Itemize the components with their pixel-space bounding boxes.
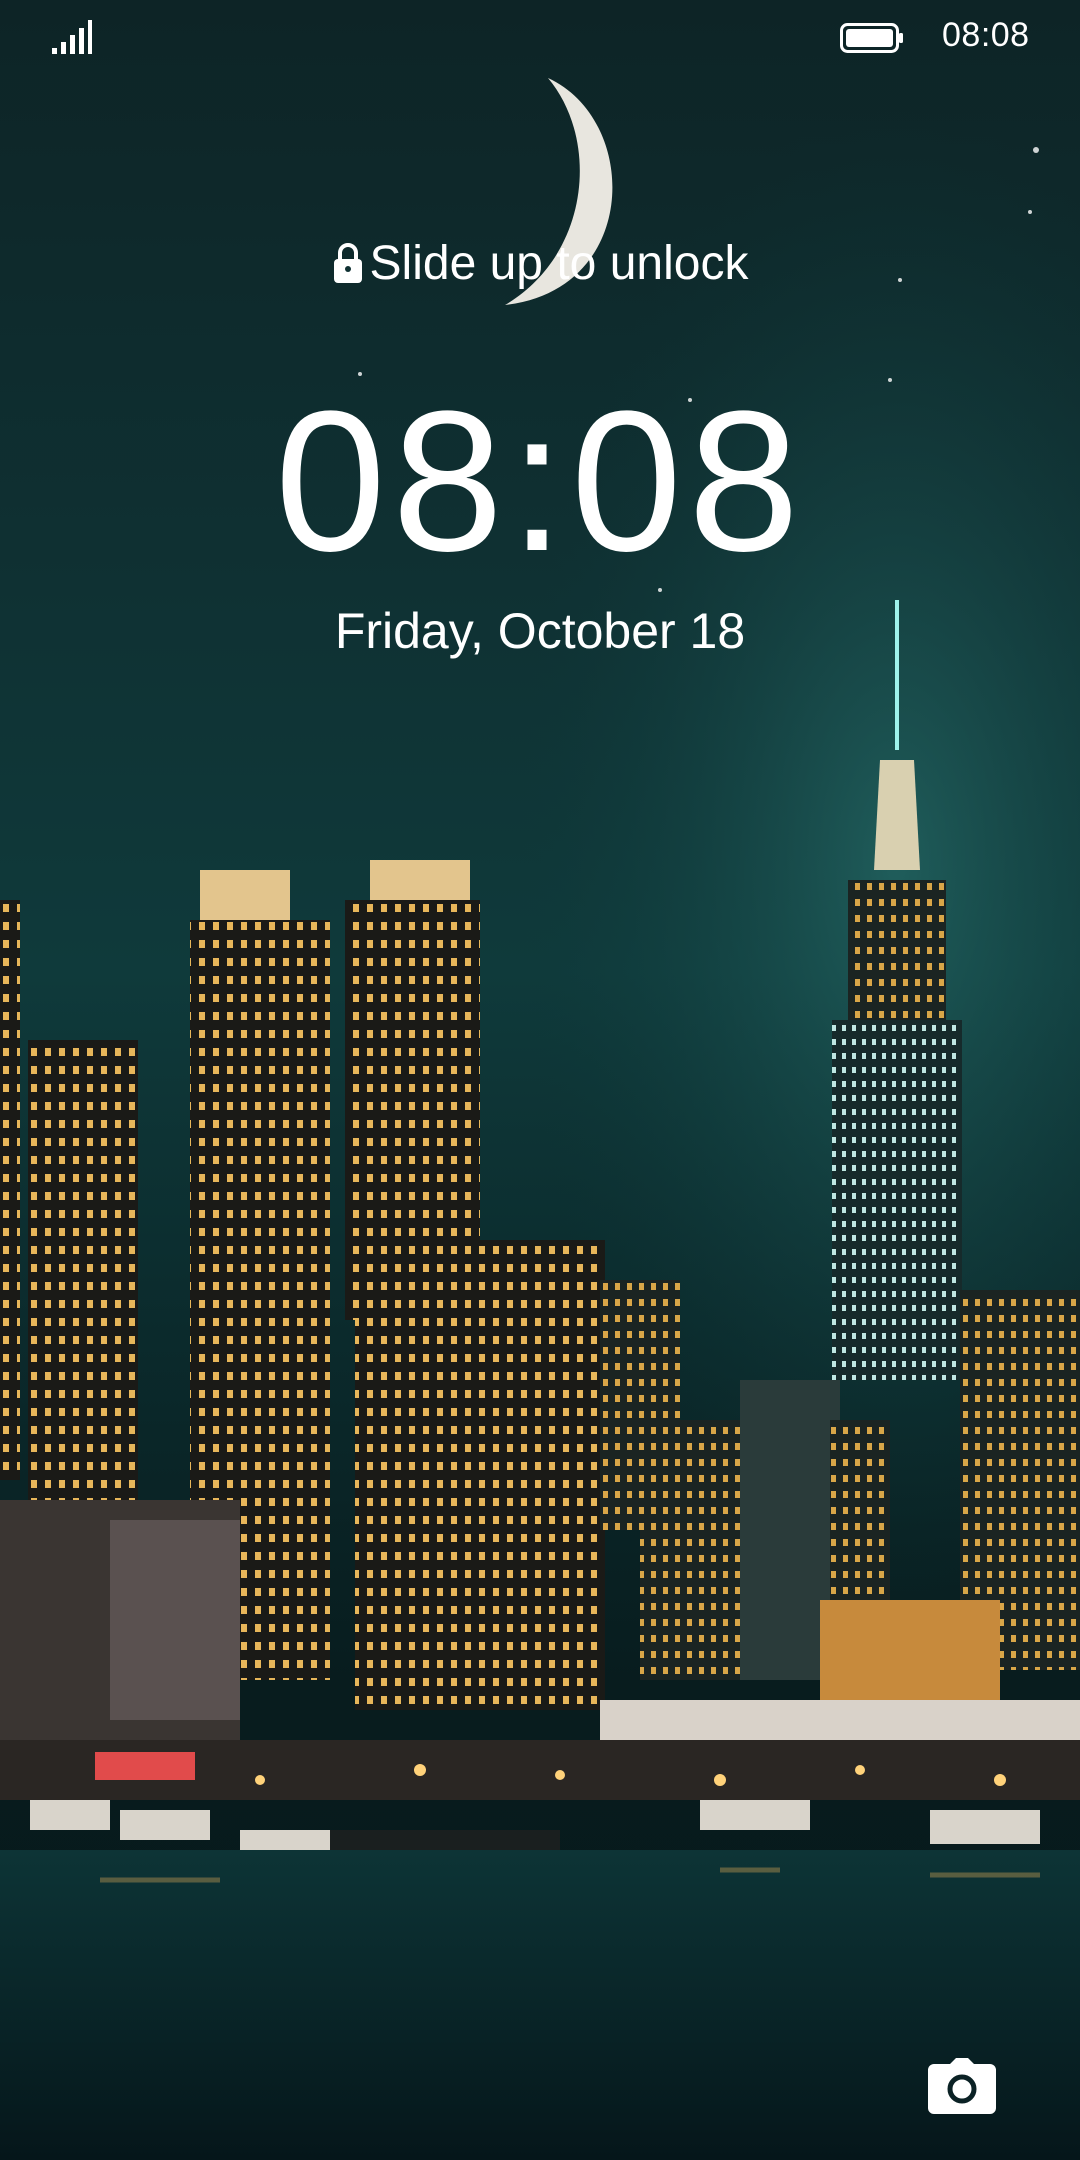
camera-icon[interactable] <box>928 2058 996 2114</box>
battery-icon <box>840 23 903 53</box>
lockscreen-clock: 08:08 <box>274 370 806 593</box>
lockscreen-date: Friday, October 18 <box>334 603 746 659</box>
unlock-hint[interactable]: Slide up to unlock <box>0 236 1080 291</box>
lock-icon <box>333 243 362 283</box>
status-bar: 08:08 <box>0 0 1080 80</box>
unlock-hint-text: Slide up to unlock <box>369 237 749 290</box>
wallpaper-city-skyline <box>0 0 1080 2160</box>
signal-bars-icon <box>52 20 92 54</box>
status-time: 08:08 <box>942 16 1030 54</box>
